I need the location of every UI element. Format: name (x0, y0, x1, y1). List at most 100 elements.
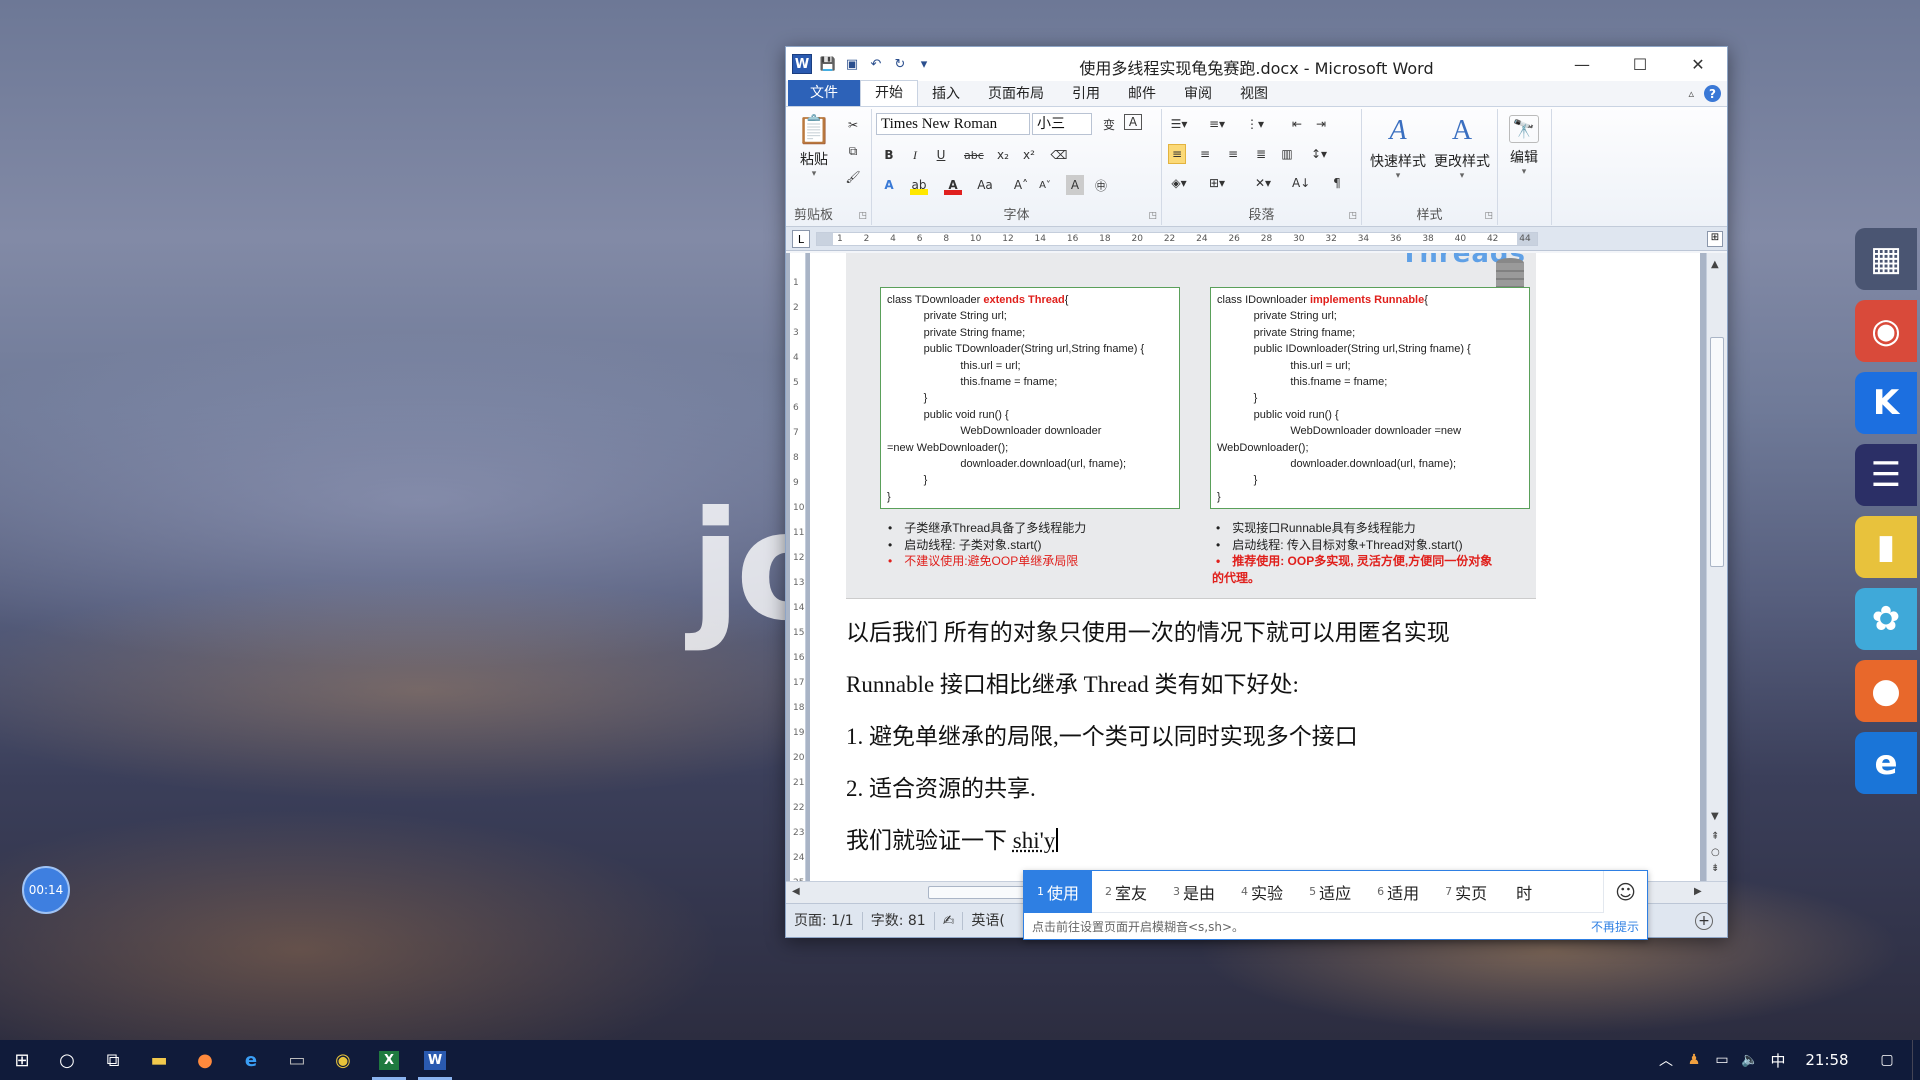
tab-0[interactable]: 文件 (788, 80, 860, 106)
align-right-icon[interactable]: ≡ (1224, 144, 1242, 164)
terminal-icon[interactable]: ▭ (274, 1040, 320, 1080)
close-button[interactable]: ✕ (1669, 47, 1727, 81)
file-explorer-icon[interactable]: ▬ (136, 1040, 182, 1080)
horizontal-ruler[interactable]: L 1 2 4 6 8 10 12 14 16 18 20 22 24 26 2… (786, 227, 1727, 251)
collapse-ribbon-icon[interactable]: ▵ (1688, 87, 1694, 100)
tab-selector[interactable]: L (792, 230, 810, 248)
font-size-select[interactable]: 小三 (1032, 113, 1092, 135)
clipboard-launcher-icon[interactable]: ◳ (858, 211, 867, 221)
prev-page-icon[interactable]: ⇞ (1711, 831, 1719, 842)
battery-icon[interactable]: ▭ (1708, 1040, 1736, 1080)
app-swirl-icon[interactable]: ✿ (1855, 588, 1917, 650)
grow-font-icon[interactable]: A˄ (1012, 175, 1030, 195)
bullets-icon[interactable]: ☰▾ (1170, 114, 1188, 134)
shading-icon[interactable]: ◈▾ (1170, 173, 1188, 193)
ime-indicator[interactable]: 中 (1764, 1040, 1792, 1080)
ime-candidate[interactable]: 3 是由 (1160, 871, 1228, 913)
paste-button[interactable]: 📋 粘贴 ▾ (792, 113, 836, 180)
ime-candidate[interactable]: 7 实页 (1432, 871, 1500, 913)
font-color-icon[interactable]: A (944, 175, 962, 195)
numbering-icon[interactable]: ≡▾ (1208, 114, 1226, 134)
chrome-icon[interactable]: ◉ (320, 1040, 366, 1080)
ime-candidate[interactable]: 4 实验 (1228, 871, 1296, 913)
dismiss-hint-link[interactable]: 不再提示 (1591, 918, 1639, 935)
view-ruler-icon[interactable]: ⊞ (1707, 231, 1723, 247)
ime-candidate[interactable]: 时 (1500, 871, 1545, 913)
text-effects-icon[interactable]: A (880, 175, 898, 195)
k-app-icon[interactable]: K (1855, 372, 1917, 434)
word-icon[interactable]: W (412, 1040, 458, 1080)
decrease-indent-icon[interactable]: ⇤ (1288, 114, 1306, 134)
excel-icon[interactable]: X (366, 1040, 412, 1080)
borders-icon[interactable]: ⊞▾ (1208, 173, 1226, 193)
shrink-font-icon[interactable]: A˅ (1036, 175, 1054, 195)
chinese-layout-icon[interactable]: ✕▾ (1254, 173, 1272, 193)
volume-icon[interactable]: 🔈 (1736, 1040, 1764, 1080)
recording-timer[interactable]: 00:14 (22, 866, 70, 914)
browse-object-icon[interactable]: ○ (1711, 847, 1720, 858)
justify-icon[interactable]: ≣ (1252, 144, 1270, 164)
language-indicator[interactable]: 英语( (963, 912, 1012, 930)
chrome-icon[interactable]: ◉ (1855, 300, 1917, 362)
vertical-ruler[interactable]: 1234567891011121314151617181920212223242… (790, 253, 806, 881)
strikethrough-icon[interactable]: abc (964, 145, 984, 165)
change-styles-button[interactable]: A 更改样式 ▾ (1430, 115, 1494, 181)
title-bar[interactable]: W 💾 ▣ ↶ ↻ ▾ 使用多线程实现龟兔赛跑.docx - Microsoft… (786, 47, 1727, 81)
cut-icon[interactable]: ✂ (844, 115, 862, 135)
document-area[interactable]: 1234567891011121314151617181920212223242… (786, 253, 1727, 881)
multilevel-list-icon[interactable]: ⋮▾ (1246, 114, 1264, 134)
show-hidden-icons-icon[interactable]: ︿ (1652, 1040, 1680, 1080)
format-painter-icon[interactable]: 🖌 (844, 167, 862, 187)
ime-candidate[interactable]: 2 室友 (1092, 871, 1160, 913)
sort-icon[interactable]: A↓ (1292, 173, 1310, 193)
tab-6[interactable]: 审阅 (1170, 82, 1226, 106)
redo-icon[interactable]: ↻ (892, 56, 908, 72)
subscript-icon[interactable]: x₂ (994, 145, 1012, 165)
quick-styles-button[interactable]: A 快速样式 ▾ (1366, 115, 1430, 181)
ime-candidate[interactable]: 6 适用 (1364, 871, 1432, 913)
line-spacing-icon[interactable]: ↕▾ (1310, 144, 1328, 164)
scroll-down-icon[interactable]: ▼ (1711, 811, 1719, 822)
vertical-scrollbar[interactable]: ▲ ▼ ⇞ ○ ⇟ (1706, 253, 1727, 881)
undo-icon[interactable]: ↶ (868, 56, 884, 72)
increase-indent-icon[interactable]: ⇥ (1312, 114, 1330, 134)
align-left-icon[interactable]: ≡ (1168, 144, 1186, 164)
phonetic-guide-icon[interactable]: 变 (1100, 114, 1118, 134)
highlight-icon[interactable]: ab (910, 175, 928, 195)
proofing-icon[interactable]: ✍ (935, 911, 964, 930)
font-launcher-icon[interactable]: ◳ (1148, 211, 1157, 221)
tab-2[interactable]: 插入 (918, 82, 974, 106)
ime-hint-text[interactable]: 点击前往设置页面开启模糊音<s,sh>。 (1032, 918, 1244, 935)
tab-1[interactable]: 开始 (860, 80, 918, 106)
tab-4[interactable]: 引用 (1058, 82, 1114, 106)
styles-launcher-icon[interactable]: ◳ (1484, 211, 1493, 221)
underline-icon[interactable]: U (932, 145, 950, 165)
distributed-icon[interactable]: ▥ (1278, 144, 1296, 164)
copy-icon[interactable]: ⧉ (844, 141, 862, 161)
customize-qat-icon[interactable]: ▾ (916, 56, 932, 72)
ime-candidate[interactable]: 1 使用 (1024, 870, 1093, 913)
notification-icon[interactable]: ▢ (1862, 1040, 1912, 1080)
show-marks-icon[interactable]: ¶ (1328, 173, 1346, 193)
word-count[interactable]: 字数: 81 (863, 911, 935, 930)
align-center-icon[interactable]: ≡ (1196, 144, 1214, 164)
tab-7[interactable]: 视图 (1226, 82, 1282, 106)
clear-format-icon[interactable]: ⌫ (1050, 145, 1068, 165)
next-page-icon[interactable]: ⇟ (1711, 863, 1719, 874)
enclose-char-icon[interactable]: ㊥ (1092, 175, 1110, 195)
page-count[interactable]: 页面: 1/1 (786, 911, 863, 930)
show-desktop-button[interactable] (1912, 1040, 1920, 1080)
char-shading-icon[interactable]: A (1066, 175, 1084, 195)
char-border-icon[interactable]: A (1124, 114, 1142, 130)
eclipse-icon[interactable]: ☰ (1855, 444, 1917, 506)
paragraph-launcher-icon[interactable]: ◳ (1348, 211, 1357, 221)
clock[interactable]: 21:58 (1792, 1040, 1862, 1080)
change-case-icon[interactable]: Aa (976, 175, 994, 195)
ie-icon[interactable]: e (1855, 732, 1917, 794)
folder-icon[interactable]: ▮ (1855, 516, 1917, 578)
firefox-icon[interactable]: ● (1855, 660, 1917, 722)
word-logo-icon[interactable]: W (792, 54, 812, 74)
search-icon[interactable]: ○ (44, 1040, 90, 1080)
document-page[interactable]: Threads class TDownloader extends Thread… (810, 253, 1700, 881)
tab-3[interactable]: 页面布局 (974, 82, 1058, 106)
